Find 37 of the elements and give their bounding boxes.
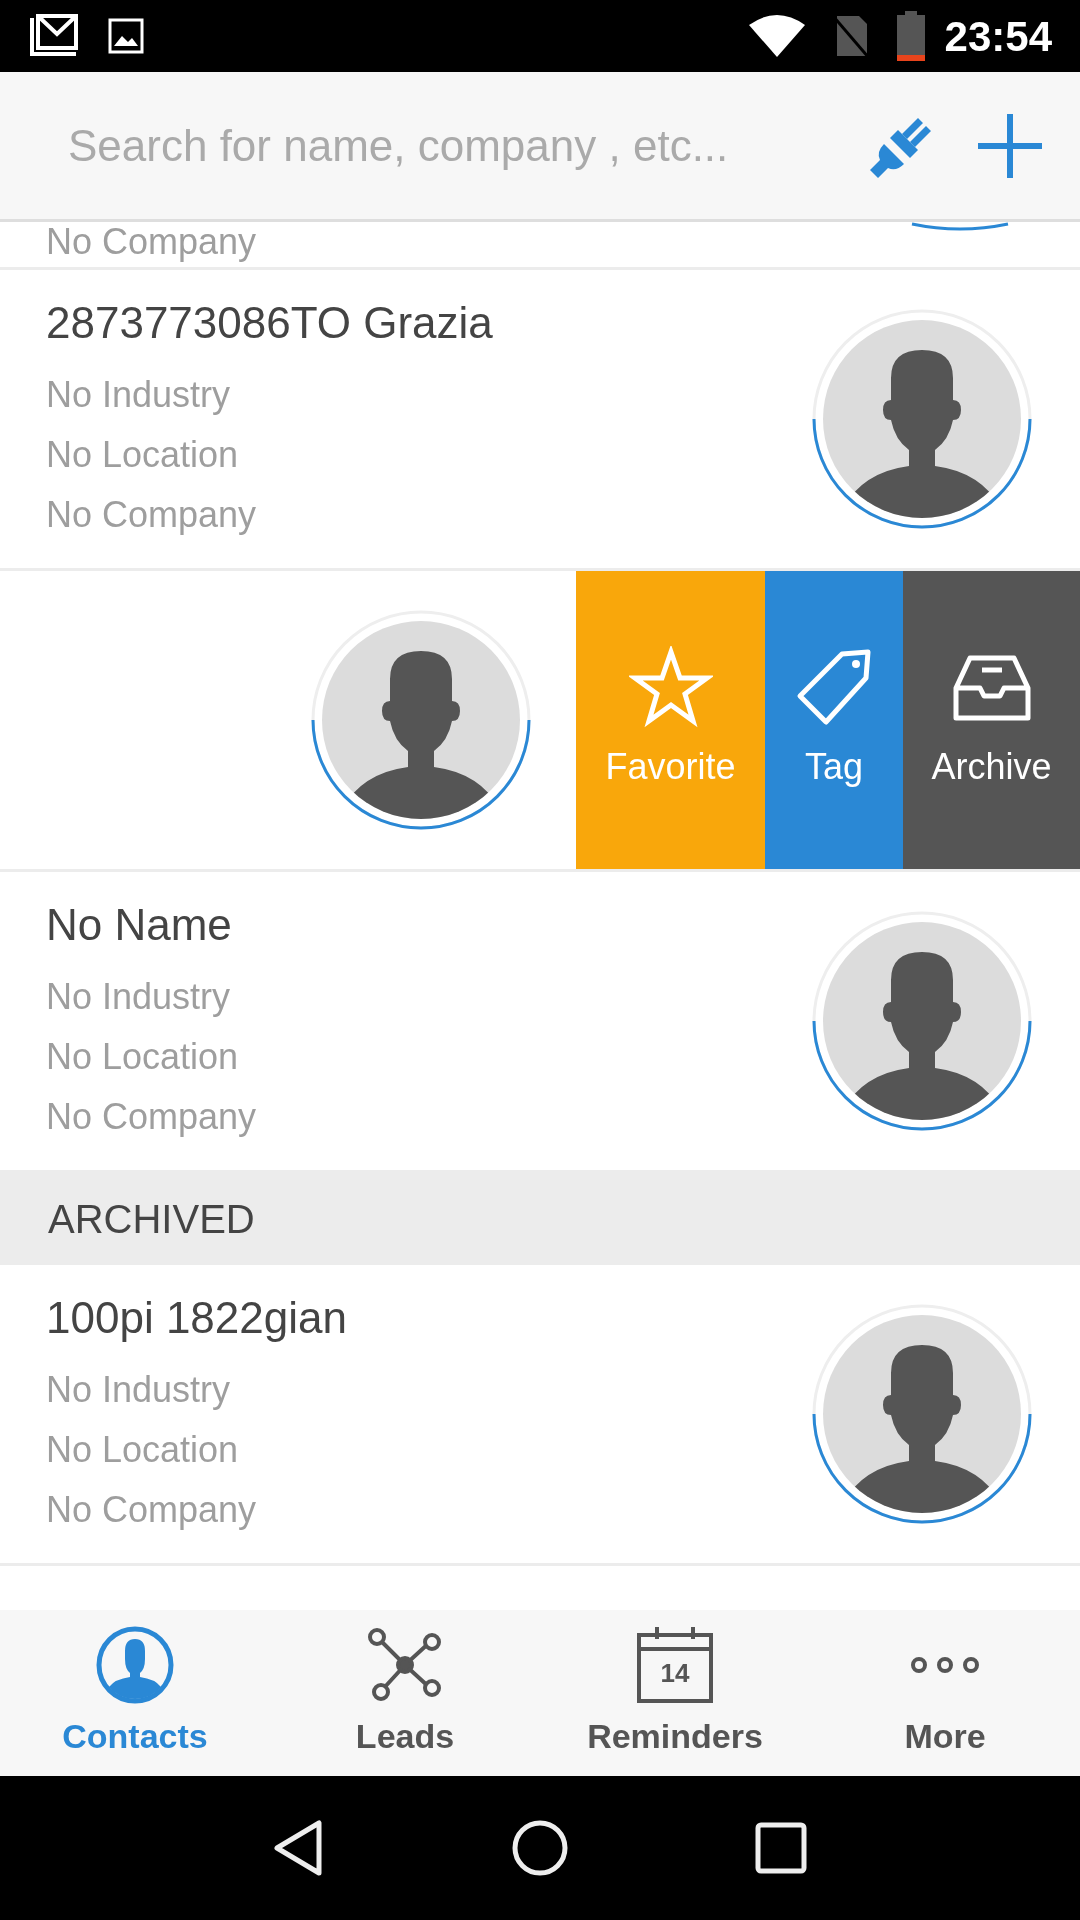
section-header: ARCHIVED — [0, 1173, 1080, 1265]
contact-name: 100pi 1822gian — [46, 1292, 347, 1344]
home-icon[interactable] — [511, 1819, 569, 1877]
battery-icon — [896, 11, 925, 61]
back-icon[interactable] — [273, 1819, 325, 1877]
contact-location: No Location — [46, 433, 240, 477]
contact-industry: No Industry — [46, 1368, 232, 1412]
clock: 23:54 — [944, 11, 1052, 62]
mail-icon — [28, 14, 80, 58]
avatar-icon — [310, 609, 532, 831]
nav-tab[interactable]: Contacts — [0, 1610, 270, 1776]
contact-company: No Company — [46, 493, 258, 537]
recents-icon[interactable] — [755, 1822, 807, 1874]
contact-industry: No Industry — [46, 373, 232, 417]
archive-action-button[interactable]: Archive — [903, 571, 1080, 869]
nav-tab[interactable]: 14 Reminders — [540, 1610, 810, 1776]
contact-location: No Location — [46, 1428, 240, 1472]
person-icon — [95, 1624, 175, 1705]
nav-tab[interactable]: More — [810, 1610, 1080, 1776]
avatar-icon — [811, 308, 1033, 530]
more-icon — [911, 1656, 979, 1673]
image-icon — [108, 18, 144, 54]
contact-company: No Company — [46, 1095, 257, 1139]
contact-company: No Company — [46, 1488, 258, 1532]
contact-company: No Company — [46, 222, 257, 264]
nav-tab[interactable]: Leads — [270, 1610, 540, 1776]
avatar-icon — [811, 1303, 1033, 1525]
tag-action-button[interactable]: Tag — [765, 571, 903, 869]
contact-location: No Location — [46, 1035, 240, 1079]
wifi-icon — [748, 15, 805, 57]
contact-industry: No Industry — [46, 975, 232, 1019]
contact-name: No Name — [46, 899, 233, 951]
add-icon[interactable] — [978, 113, 1042, 178]
contact-name: 2873773086TO Grazia — [46, 297, 493, 349]
avatar-ring-icon — [910, 222, 1010, 232]
avatar-icon — [811, 910, 1033, 1132]
star-icon — [628, 646, 713, 730]
